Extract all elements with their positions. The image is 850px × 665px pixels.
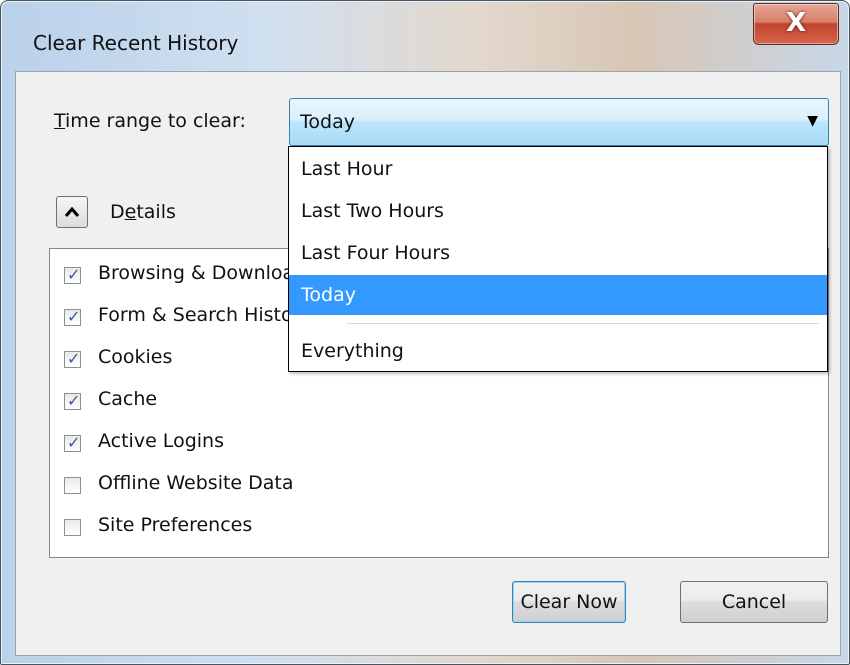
dropdown-option[interactable]: Last Two Hours bbox=[289, 191, 827, 231]
dropdown-option[interactable]: Everything bbox=[289, 331, 827, 371]
time-range-label-text: ime range to clear: bbox=[65, 110, 246, 132]
time-range-label: Time range to clear: bbox=[54, 110, 246, 132]
checkbox[interactable]: ✓ bbox=[64, 433, 81, 452]
checkbox[interactable] bbox=[64, 519, 81, 536]
title-bar[interactable]: Clear Recent History X bbox=[1, 1, 849, 71]
checkmark-icon: ✓ bbox=[67, 391, 81, 410]
checkmark-icon: ✓ bbox=[67, 349, 81, 368]
dropdown-option[interactable]: Last Four Hours bbox=[289, 233, 827, 273]
checkmark-icon: ✓ bbox=[67, 307, 81, 326]
details-label-rest: tails bbox=[136, 201, 176, 223]
time-range-label-accesskey: T bbox=[54, 110, 66, 132]
time-range-select[interactable]: Today ▼ bbox=[289, 98, 829, 146]
cancel-button[interactable]: Cancel bbox=[680, 581, 828, 623]
dropdown-arrow-icon: ▼ bbox=[807, 113, 818, 129]
time-range-dropdown-list: Last Hour Last Two Hours Last Four Hours To… bbox=[288, 146, 828, 372]
close-icon: X bbox=[785, 8, 807, 38]
details-toggle-button[interactable] bbox=[56, 196, 88, 228]
checkmark-icon: ✓ bbox=[67, 265, 81, 284]
checkbox[interactable]: ✓ bbox=[64, 391, 81, 410]
details-label: Details bbox=[110, 201, 176, 223]
details-label-accesskey: e bbox=[124, 201, 137, 223]
clear-now-button[interactable]: Clear Now bbox=[512, 581, 626, 623]
history-item-label: Cookies bbox=[98, 346, 173, 368]
history-item-label: Cache bbox=[98, 388, 158, 410]
dropdown-option[interactable]: Last Hour bbox=[289, 149, 827, 189]
history-item-label: Offline Website Data bbox=[98, 472, 294, 494]
checkbox[interactable] bbox=[64, 477, 81, 494]
dropdown-separator bbox=[347, 323, 819, 324]
time-range-selected-value: Today bbox=[300, 111, 355, 133]
checkbox[interactable]: ✓ bbox=[64, 265, 81, 284]
history-item-label: Active Logins bbox=[98, 430, 224, 452]
dialog-title: Clear Recent History bbox=[33, 31, 239, 55]
dropdown-option[interactable]: Today bbox=[289, 275, 827, 315]
checkmark-icon: ✓ bbox=[67, 433, 81, 452]
close-button[interactable]: X bbox=[753, 3, 839, 45]
chevron-up-icon bbox=[64, 206, 80, 217]
dialog-window: Clear Recent History X Time range to cle… bbox=[0, 0, 850, 665]
checkbox[interactable]: ✓ bbox=[64, 349, 81, 368]
history-item-label: Site Preferences bbox=[98, 514, 253, 536]
checkbox[interactable]: ✓ bbox=[64, 307, 81, 326]
history-item-label: Form & Search History bbox=[98, 304, 312, 326]
details-label-prefix: D bbox=[110, 201, 125, 223]
